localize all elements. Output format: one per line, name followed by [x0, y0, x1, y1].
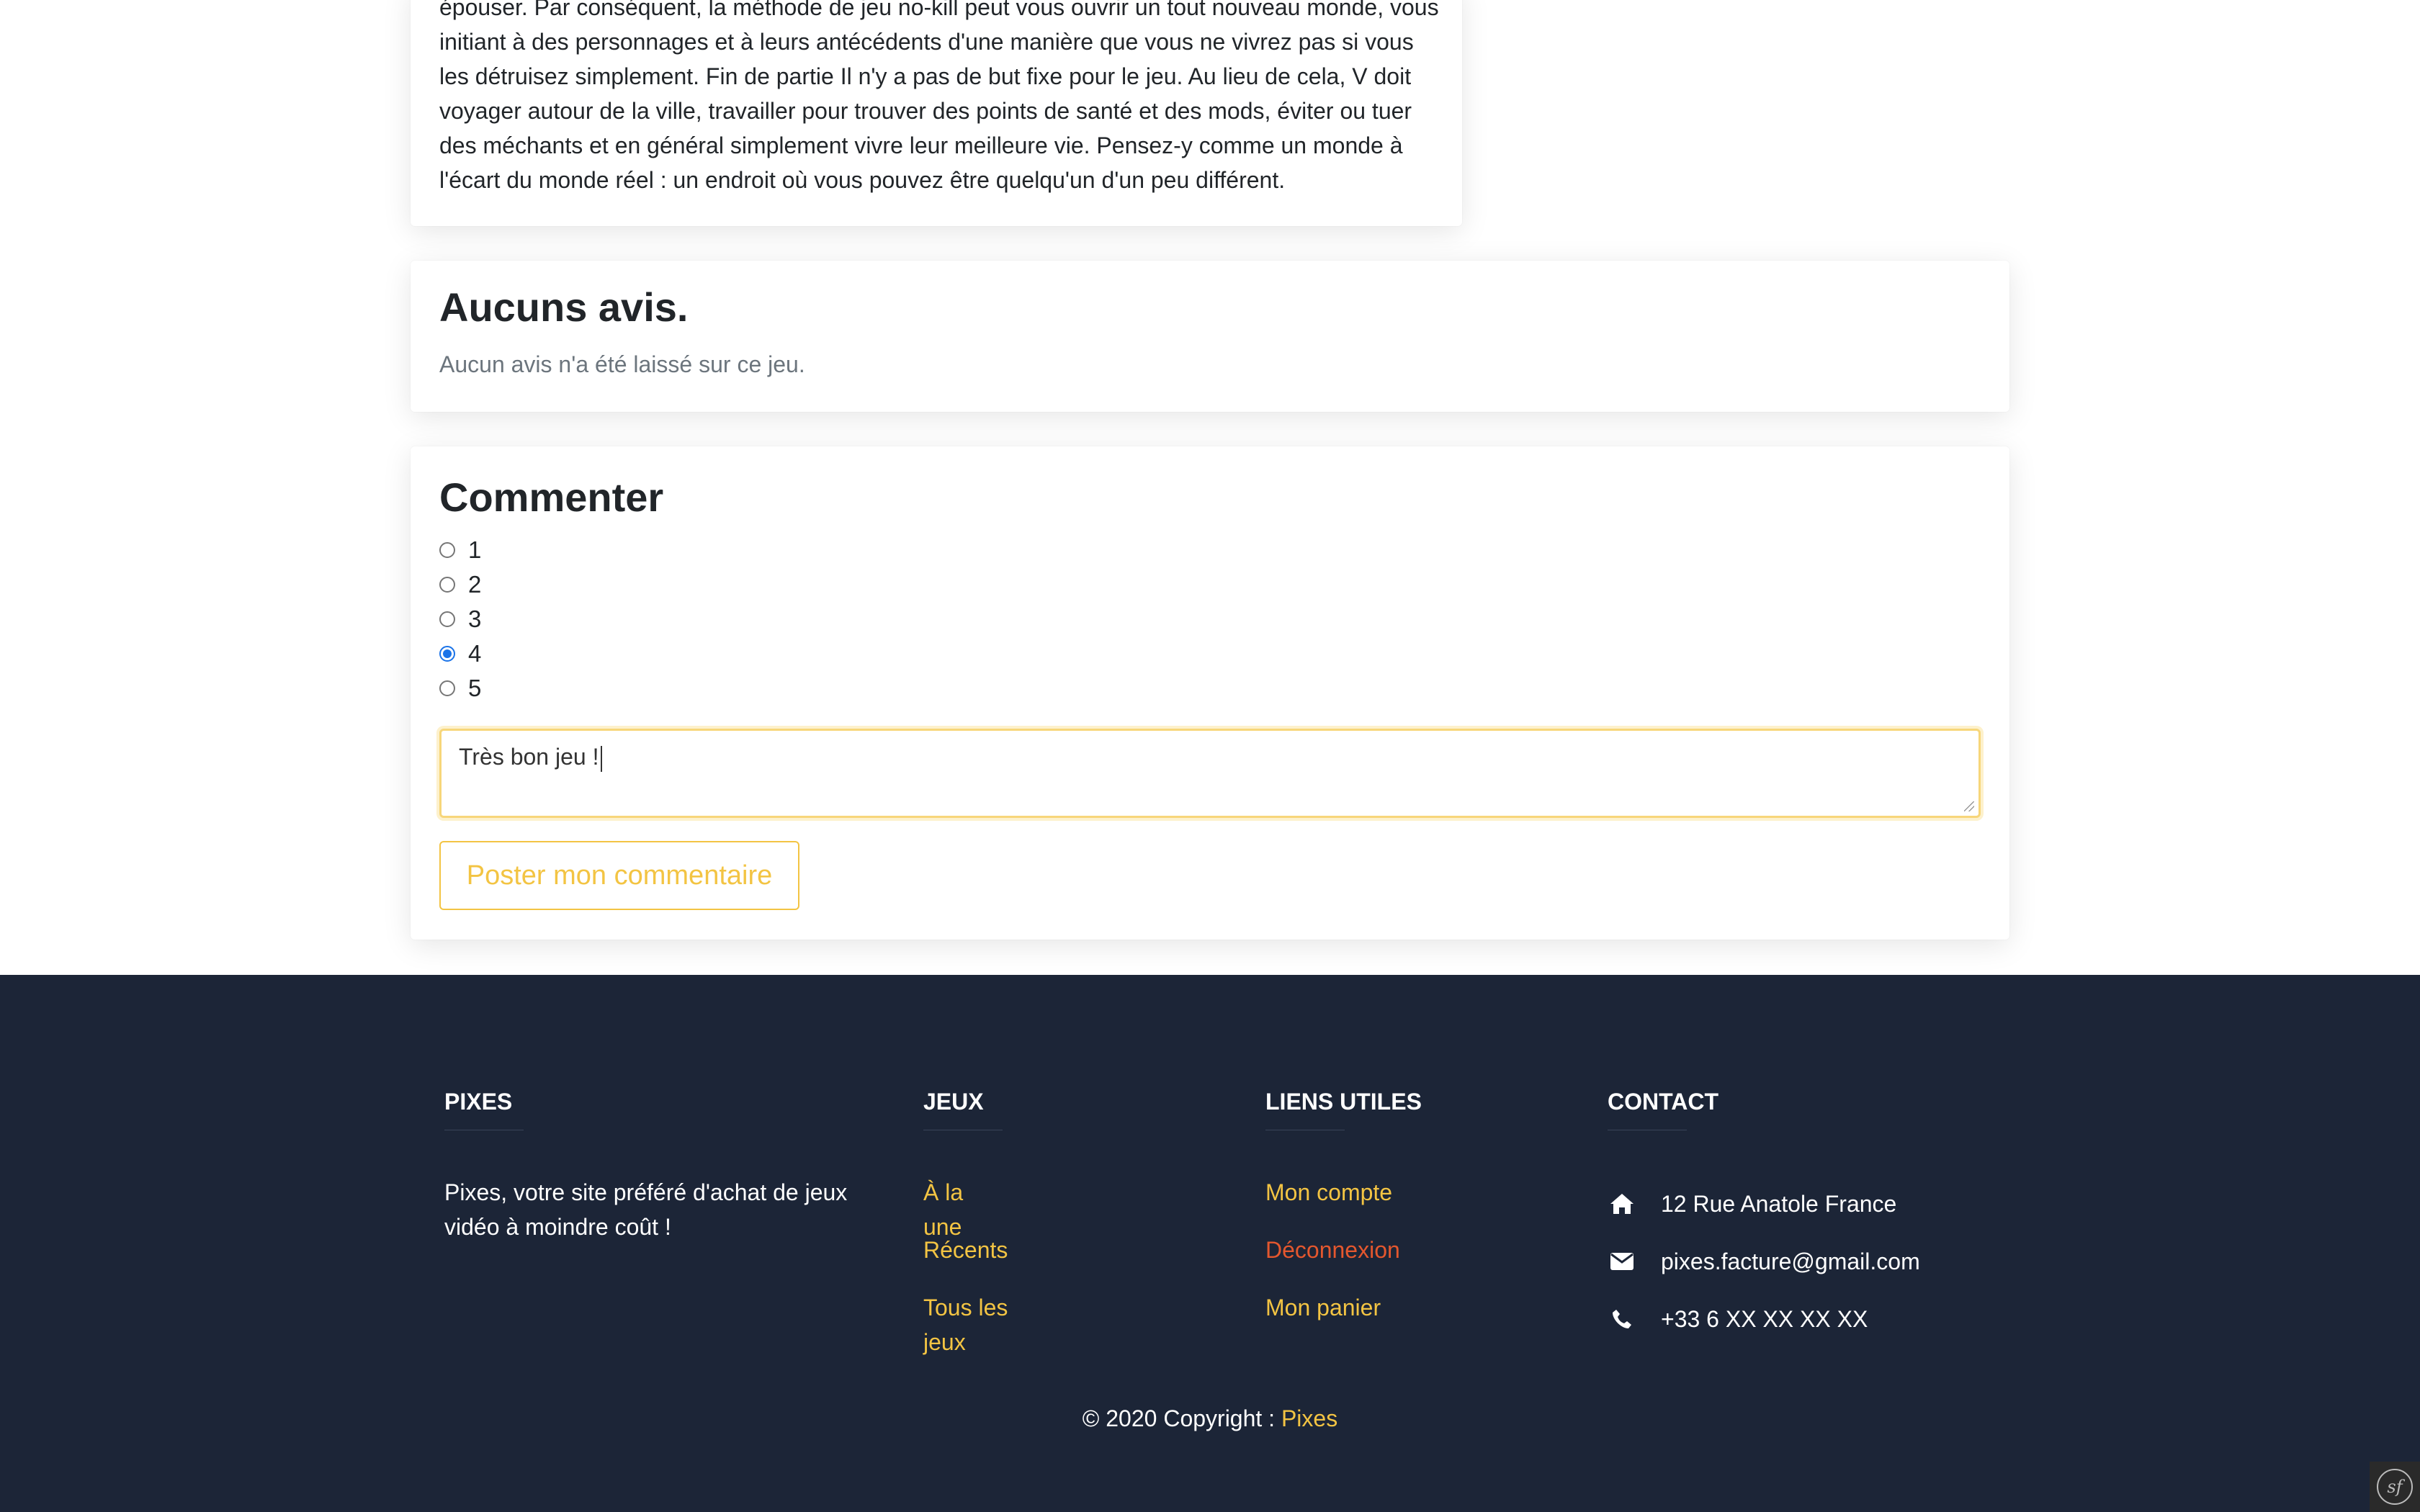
text-caret: [601, 745, 603, 772]
rating-label-4: 4: [468, 640, 482, 667]
footer-useful-column: LIENS UTILES Mon compte Déconnexion Mon …: [1265, 1089, 1422, 1320]
rating-radio-4[interactable]: [439, 646, 455, 662]
contact-email: pixes.facture@gmail.com: [1608, 1233, 1920, 1290]
footer-link-featured[interactable]: À la une: [923, 1175, 1008, 1240]
contact-address-text: 12 Rue Anatole France: [1661, 1190, 1897, 1217]
envelope-icon: [1608, 1247, 1636, 1276]
rating-label-1: 1: [468, 536, 482, 563]
rating-option-3[interactable]: 3: [439, 602, 481, 636]
rating-option-1[interactable]: 1: [439, 533, 481, 567]
copyright-text: © 2020 Copyright :: [1082, 1405, 1281, 1431]
rating-label-5: 5: [468, 675, 482, 701]
rating-label-2: 2: [468, 571, 482, 598]
phone-icon: [1608, 1305, 1636, 1333]
contact-address: 12 Rue Anatole France: [1608, 1175, 1920, 1233]
rating-radio-2[interactable]: [439, 577, 455, 593]
footer-contact-column: CONTACT 12 Rue Anatole France pixes.fact…: [1608, 1089, 1920, 1332]
comment-form-card: Commenter 1 2 3 4 5 Très bon jeu ! Poste…: [411, 446, 2009, 940]
comment-title: Commenter: [439, 474, 664, 520]
footer-brand-text: Pixes, votre site préféré d'achat de jeu…: [444, 1179, 848, 1240]
reviews-empty-message: Aucun avis n'a été laissé sur ce jeu.: [439, 351, 805, 377]
rating-radio-group: 1 2 3 4 5: [439, 533, 481, 706]
post-comment-button[interactable]: Poster mon commentaire: [439, 841, 799, 910]
copyright: © 2020 Copyright : Pixes: [0, 1405, 2420, 1432]
comment-textarea[interactable]: Très bon jeu !: [439, 729, 1981, 818]
game-description-text: épouser. Par conséquent, la méthode de j…: [439, 0, 1439, 193]
footer-link-logout[interactable]: Déconnexion: [1265, 1233, 1400, 1290]
copyright-link[interactable]: Pixes: [1281, 1405, 1337, 1431]
contact-email-text: pixes.facture@gmail.com: [1661, 1248, 1920, 1274]
footer-link-all-games[interactable]: Tous les jeux: [923, 1290, 1008, 1355]
resize-grip-icon[interactable]: [1964, 801, 1974, 811]
footer-link-recent[interactable]: Récents: [923, 1233, 1008, 1290]
home-icon: [1608, 1189, 1636, 1218]
page-content: épouser. Par conséquent, la méthode de j…: [0, 0, 2420, 975]
footer-brand-column: PIXES Pixes, votre site préféré d'achat …: [444, 1089, 847, 1240]
contact-phone: +33 6 XX XX XX XX: [1608, 1290, 1920, 1348]
comment-textarea-value: Très bon jeu !: [459, 744, 599, 770]
rating-option-4[interactable]: 4: [439, 636, 481, 671]
footer-contact-heading: CONTACT: [1608, 1089, 1719, 1115]
rating-radio-5[interactable]: [439, 680, 455, 696]
rating-radio-1[interactable]: [439, 542, 455, 558]
contact-phone-text: +33 6 XX XX XX XX: [1661, 1305, 1868, 1332]
footer-useful-links: Mon compte Déconnexion Mon panier: [1265, 1175, 1400, 1348]
footer-games-heading: JEUX: [923, 1089, 984, 1115]
footer-games-column: JEUX À la une Récents Tous les jeux: [923, 1089, 1008, 1355]
reviews-title: Aucuns avis.: [439, 284, 689, 330]
reviews-card: Aucuns avis. Aucun avis n'a été laissé s…: [411, 261, 2009, 412]
game-description-card: épouser. Par conséquent, la méthode de j…: [411, 0, 1462, 226]
footer-link-my-account[interactable]: Mon compte: [1265, 1175, 1400, 1233]
footer-games-links: À la une Récents Tous les jeux: [923, 1175, 1008, 1355]
rating-radio-3[interactable]: [439, 611, 455, 627]
symfony-toolbar-toggle[interactable]: sf: [2370, 1462, 2420, 1512]
rating-label-3: 3: [468, 606, 482, 632]
rating-option-2[interactable]: 2: [439, 567, 481, 602]
footer-link-cart[interactable]: Mon panier: [1265, 1290, 1400, 1348]
rating-option-5[interactable]: 5: [439, 671, 481, 706]
site-footer: PIXES Pixes, votre site préféré d'achat …: [0, 975, 2420, 1512]
symfony-logo-icon: sf: [2377, 1469, 2413, 1505]
footer-contact-list: 12 Rue Anatole France pixes.facture@gmai…: [1608, 1175, 1920, 1348]
footer-brand-heading: PIXES: [444, 1089, 513, 1115]
footer-useful-heading: LIENS UTILES: [1265, 1089, 1422, 1115]
